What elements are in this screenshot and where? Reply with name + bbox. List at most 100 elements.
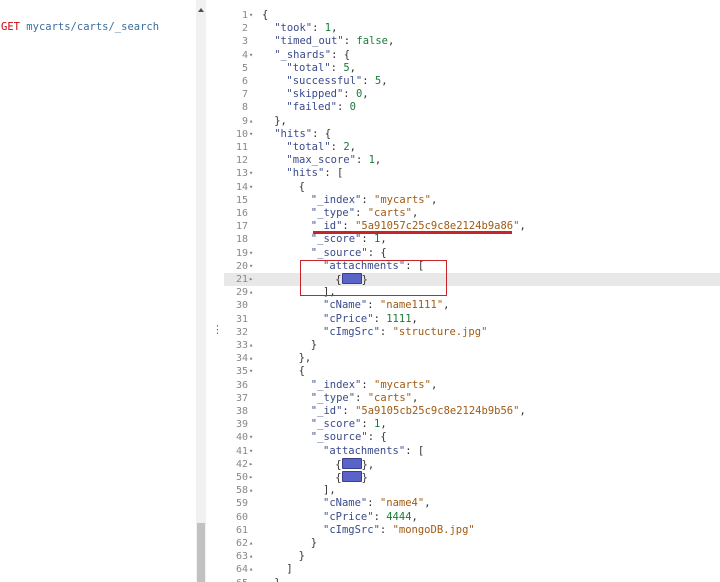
fold-toggle-icon[interactable]: ▾: [249, 247, 253, 260]
token-punc: }: [310, 537, 318, 549]
line-number: 7: [241, 89, 248, 101]
expand-fold-icon[interactable]: ▸: [249, 471, 253, 484]
token-punc: ,: [349, 61, 356, 74]
response-viewer[interactable]: 1 ▾{2 "took": 1, 3 "timed_out": false, 4 ▾ "_sh…: [224, 0, 720, 582]
token-str: "name4": [379, 497, 425, 510]
token-punc: ,: [388, 35, 395, 48]
token-punc: :: [336, 101, 350, 114]
line-number: 15: [235, 194, 248, 206]
fold-toggle-icon[interactable]: ▾: [249, 431, 253, 444]
token-punc: ,: [331, 22, 338, 35]
token-num: 1111: [386, 312, 412, 325]
code-text: "cName": "name4",: [323, 497, 431, 510]
token-punc: :: [379, 523, 393, 536]
fold-toggle-icon[interactable]: ▾: [249, 9, 253, 22]
fold-toggle-icon[interactable]: ▴: [249, 537, 253, 550]
code-text: {: [299, 365, 305, 378]
token-str: "mongoDB.jpg": [392, 523, 475, 536]
code-text: }: [311, 339, 317, 352]
fold-toggle-icon[interactable]: ▴: [249, 286, 253, 299]
line-number: 29: [235, 287, 248, 299]
code-line: 38 "_id": "5a9105cb25c9c8e2124b9b56",: [224, 405, 720, 418]
code-line: 41 ▾ "attachments": [: [224, 445, 720, 458]
token-punc: }: [274, 577, 280, 582]
line-number: 21: [235, 274, 248, 285]
token-key: "took": [274, 22, 313, 35]
code-text: "cPrice": 4444,: [323, 511, 418, 524]
token-punc: ,: [349, 141, 356, 153]
fold-toggle-icon[interactable]: ▴: [249, 577, 253, 582]
token-punc: ,: [381, 75, 388, 87]
expand-fold-icon[interactable]: ▸: [249, 273, 253, 286]
code-line: 12 "max_score": 1,: [224, 154, 720, 167]
token-punc: },: [361, 458, 375, 471]
fold-toggle-icon[interactable]: ▾: [249, 49, 253, 62]
fold-toggle-icon[interactable]: ▴: [249, 550, 253, 563]
request-method: GET: [1, 21, 20, 33]
code-line: 61 "cImgSrc": "mongoDB.jpg": [224, 524, 720, 537]
line-number: 31: [235, 313, 248, 325]
token-key: "attachments": [323, 444, 406, 457]
fold-toggle-icon[interactable]: ▴: [249, 115, 253, 128]
token-key: "successful": [286, 75, 363, 87]
code-line: 30 "cName": "name1111",: [224, 299, 720, 312]
token-str: "mycarts": [374, 193, 431, 206]
code-line: 39 "_score": 1,: [224, 418, 720, 431]
line-number: 63: [235, 551, 248, 563]
token-key: "failed": [286, 101, 337, 114]
line-number: 61: [235, 524, 248, 536]
token-punc: :: [373, 312, 387, 325]
code-text: "_source": {: [311, 431, 387, 444]
fold-toggle-icon[interactable]: ▾: [249, 260, 253, 273]
code-text: "_score": 1,: [311, 418, 387, 431]
token-punc: : [: [324, 167, 344, 180]
code-text: ]: [286, 563, 292, 576]
token-punc: ,: [519, 405, 526, 417]
code-text: "_id": "5a9105cb25c9c8e2124b9b56",: [311, 405, 526, 418]
token-key: "cImgSrc": [323, 523, 380, 536]
token-key: "cName": [323, 497, 368, 510]
request-line[interactable]: GET mycarts/carts/_search: [1, 21, 159, 33]
pane-splitter[interactable]: [206, 0, 224, 582]
token-punc: :: [343, 88, 356, 101]
line-number: 41: [235, 445, 248, 457]
token-str: "mycarts": [374, 378, 431, 391]
token-punc: :: [361, 193, 375, 206]
scroll-up-arrow-icon[interactable]: [198, 8, 204, 12]
token-punc: : {: [312, 127, 332, 140]
token-key: "_id": [310, 405, 343, 417]
code-line: 63 ▴}: [224, 550, 720, 563]
expand-fold-icon[interactable]: ▸: [249, 458, 253, 471]
token-punc: :: [373, 510, 387, 523]
code-line: 50 ▸ {}: [224, 471, 720, 484]
scrollbar-thumb[interactable]: [197, 523, 205, 582]
token-key: "total": [286, 61, 331, 74]
fold-toggle-icon[interactable]: ▴: [249, 563, 253, 576]
request-scrollbar[interactable]: [196, 0, 206, 582]
fold-toggle-icon[interactable]: ▴: [249, 352, 253, 365]
token-str: "structure.jpg": [392, 325, 488, 338]
code-line: 59 "cName": "name4",: [224, 497, 720, 510]
token-punc: :: [355, 207, 368, 219]
token-key: "_type": [310, 207, 356, 219]
token-key: "timed_out": [274, 35, 344, 48]
fold-toggle-icon[interactable]: ▾: [249, 445, 253, 458]
resize-grip-icon[interactable]: ⋮: [212, 323, 223, 336]
fold-toggle-icon[interactable]: ▴: [249, 339, 253, 352]
line-number: 4: [241, 49, 248, 61]
token-key: "_type": [310, 391, 356, 404]
token-punc: ,: [380, 418, 387, 431]
fold-toggle-icon[interactable]: ▾: [249, 181, 253, 194]
folded-object-badge[interactable]: [341, 457, 362, 469]
folded-object-badge[interactable]: [341, 471, 362, 482]
fold-toggle-icon[interactable]: ▾: [249, 167, 253, 180]
line-number: 39: [235, 419, 248, 431]
token-punc: :: [367, 497, 380, 510]
fold-toggle-icon[interactable]: ▴: [249, 484, 253, 497]
token-punc: :: [343, 35, 357, 48]
fold-toggle-icon[interactable]: ▾: [249, 365, 253, 378]
code-text: }: [274, 577, 280, 582]
request-editor[interactable]: GET mycarts/carts/_search: [0, 0, 196, 582]
fold-toggle-icon[interactable]: ▾: [249, 128, 253, 141]
line-number: 60: [235, 511, 248, 523]
